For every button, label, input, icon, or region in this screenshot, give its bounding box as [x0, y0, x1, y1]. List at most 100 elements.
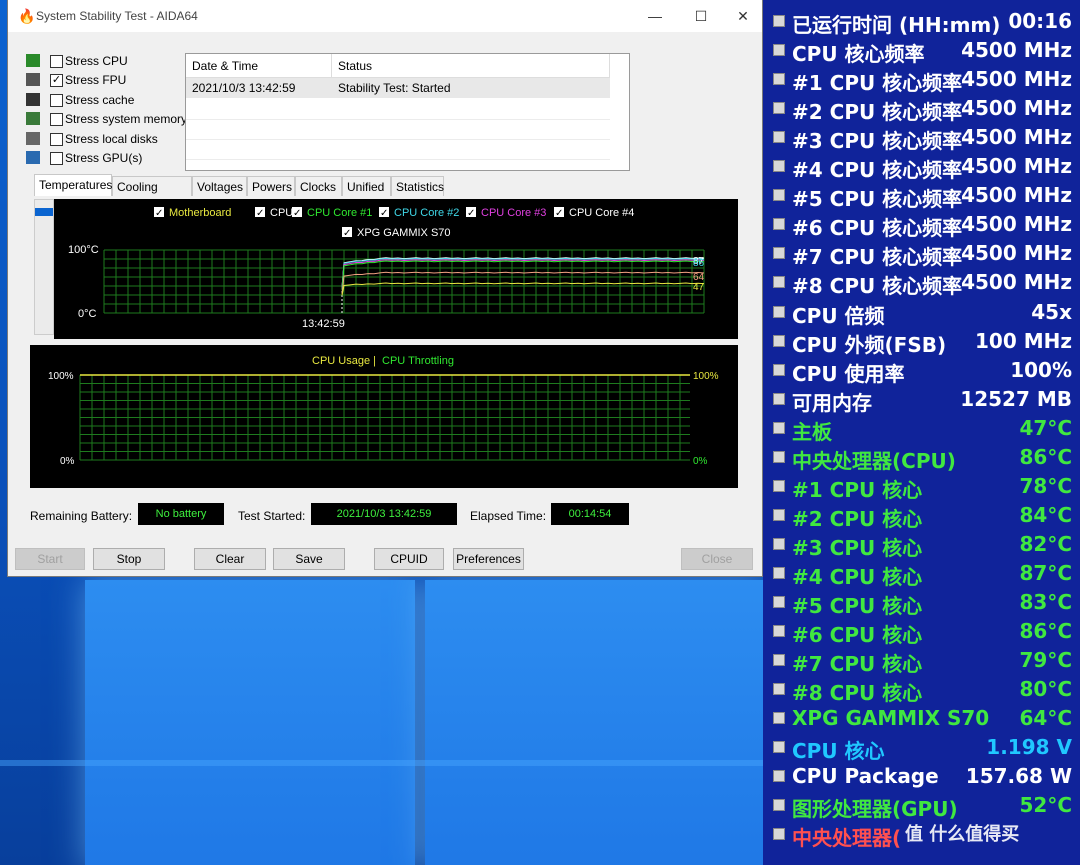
cpu-icon — [773, 625, 785, 638]
close-window-button[interactable]: ✕ — [720, 4, 766, 28]
osd-sensor-label: #3 CPU 核心 — [792, 535, 923, 560]
stress-option[interactable]: Stress cache — [26, 92, 196, 110]
osd-sensor-value: 157.68 W — [965, 764, 1072, 789]
log-table[interactable]: Date & Time Status 2021/10/3 13:42:59 St… — [185, 53, 630, 171]
osd-sensor-value: 4500 MHz — [961, 38, 1072, 63]
stress-option[interactable]: ✓ Stress FPU — [26, 72, 196, 90]
osd-sensor-row: CPU 倍频 45x — [763, 298, 1080, 328]
osd-sensor-row: #8 CPU 核心 80°C — [763, 675, 1080, 705]
preferences-button[interactable]: Preferences — [453, 548, 524, 570]
checkmark-icon: ✓ — [380, 208, 388, 219]
osd-sensor-row: #4 CPU 核心 87°C — [763, 559, 1080, 589]
stress-checkbox[interactable] — [50, 132, 63, 146]
stop-button[interactable]: Stop — [93, 548, 165, 570]
cpu-icon — [773, 44, 785, 57]
temperature-chart-svg: ✓ Motherboard ✓ CPU ✓ CPU Core #1 ✓ CPU Core #2… — [68, 207, 705, 330]
osd-sensor-value: 4500 MHz — [961, 270, 1072, 295]
gpu-icon — [773, 799, 785, 812]
chart-scrollbar[interactable] — [34, 199, 54, 335]
right-axis-bottom-label: 0% — [693, 456, 708, 467]
osd-sensor-row: #1 CPU 核心频率 4500 MHz — [763, 65, 1080, 96]
osd-sensor-value: 84°C — [1019, 502, 1072, 527]
tab-cooling-fans[interactable]: Cooling Fans — [112, 176, 192, 214]
osd-sensor-label: #1 CPU 核心频率 — [792, 71, 963, 96]
cpu-icon — [773, 508, 785, 521]
table-row[interactable]: 2021/10/3 13:42:59 Stability Test: Start… — [186, 78, 610, 98]
disk-icon — [773, 712, 785, 725]
cpu-icon — [773, 479, 785, 492]
osd-sensor-row: #6 CPU 核心频率 4500 MHz — [763, 210, 1080, 240]
osd-sensor-row: #4 CPU 核心频率 4500 MHz — [763, 152, 1080, 182]
osd-sensor-value: 12527 MB — [960, 386, 1072, 411]
tab-unified[interactable]: Unified — [342, 176, 391, 196]
osd-sensor-value: 4500 MHz — [961, 212, 1072, 237]
stress-checkbox[interactable] — [50, 93, 63, 107]
stability-test-window: 🔥 System Stability Test - AIDA64 — ☐ ✕ S… — [8, 0, 762, 576]
start-button[interactable]: Start — [15, 548, 85, 570]
left-axis-bottom-label: 0% — [60, 456, 75, 467]
cpu-icon — [773, 131, 785, 144]
stress-option[interactable]: Stress GPU(s) — [26, 150, 196, 168]
osd-sensor-value: 45x — [1031, 299, 1072, 324]
osd-sensor-value: 1.198 V — [986, 735, 1072, 760]
cpu-icon — [773, 247, 785, 260]
maximize-button[interactable]: ☐ — [678, 4, 724, 28]
osd-sensor-row: CPU 外频(FSB) 100 MHz — [763, 327, 1080, 357]
battery-value: No battery — [138, 503, 224, 525]
memory-icon — [26, 112, 40, 126]
osd-sensor-row: #5 CPU 核心 83°C — [763, 588, 1080, 618]
fpu-chip-icon — [26, 73, 40, 87]
close-button[interactable]: Close — [681, 548, 753, 570]
osd-sensor-row: #2 CPU 核心频率 4500 MHz — [763, 94, 1080, 124]
tab-voltages[interactable]: Voltages — [192, 176, 247, 196]
temperature-series-line — [341, 282, 705, 296]
cpuid-button[interactable]: CPUID — [374, 548, 444, 570]
disk-icon — [26, 131, 40, 145]
checkmark-icon: ✓ — [555, 208, 563, 219]
cpu-usage-chart-svg: CPU Usage | CPU Throttling 100% 0% 100% 0% — [48, 355, 719, 467]
hourglass-icon — [773, 363, 785, 376]
tab-powers[interactable]: Powers — [247, 176, 295, 196]
stress-option-label: Stress local disks — [65, 131, 158, 146]
test-started-value: 2021/10/3 13:42:59 — [311, 503, 457, 525]
log-status-cell: Stability Test: Started — [338, 81, 451, 95]
gpu-icon — [26, 151, 40, 164]
osd-sensor-row: CPU Package 157.68 W — [763, 762, 1080, 791]
column-header-status[interactable]: Status — [332, 54, 610, 78]
tab-statistics[interactable]: Statistics — [391, 176, 444, 196]
osd-sensor-value: 80°C — [1019, 677, 1072, 702]
osd-sensor-value: 52°C — [1019, 793, 1072, 818]
stress-checkbox[interactable] — [50, 55, 63, 68]
osd-sensor-row: #2 CPU 核心 84°C — [763, 501, 1080, 531]
tab-clocks[interactable]: Clocks — [295, 176, 342, 196]
legend-label: CPU Core #3 — [481, 207, 546, 219]
scrollbar-thumb[interactable] — [35, 208, 53, 216]
osd-sensor-label: #6 CPU 核心 — [792, 623, 923, 648]
windows-logo-pane — [425, 580, 765, 865]
stress-checkbox[interactable] — [50, 152, 63, 165]
minimize-button[interactable]: — — [632, 4, 678, 28]
title-bar[interactable]: 🔥 System Stability Test - AIDA64 — ☐ ✕ — [8, 0, 762, 32]
stress-checkbox[interactable]: ✓ — [50, 74, 63, 88]
sensor-osd-panel: 已运行时间 (HH:mm) 00:16 CPU 核心频率 4500 MHz #1 CPU… — [763, 0, 1080, 865]
osd-sensor-label: #2 CPU 核心 — [792, 506, 923, 531]
osd-sensor-value: 78°C — [1019, 473, 1072, 498]
stress-option[interactable]: Stress CPU — [26, 53, 196, 71]
log-date-cell: 2021/10/3 13:42:59 — [192, 81, 296, 95]
stress-option-label: Stress system memory — [65, 112, 188, 127]
window-title: System Stability Test - AIDA64 — [36, 9, 198, 23]
tab-temperatures[interactable]: Temperatures — [34, 174, 112, 196]
legend-cpu-throttling: CPU Throttling — [382, 355, 454, 367]
osd-sensor-label: CPU 使用率 — [792, 361, 905, 386]
cpu-icon — [773, 654, 785, 667]
stress-option[interactable]: Stress system memory — [26, 111, 196, 129]
save-button[interactable]: Save — [273, 548, 345, 570]
osd-sensor-label: #4 CPU 核心 — [792, 564, 923, 589]
osd-sensor-value: 4500 MHz — [961, 241, 1072, 266]
column-header-date[interactable]: Date & Time — [186, 54, 332, 78]
osd-sensor-value: 82°C — [1019, 531, 1072, 556]
clear-button[interactable]: Clear — [194, 548, 266, 570]
osd-sensor-label: CPU 倍频 — [792, 303, 885, 328]
stress-checkbox[interactable] — [50, 113, 63, 127]
stress-option[interactable]: Stress local disks — [26, 131, 196, 149]
